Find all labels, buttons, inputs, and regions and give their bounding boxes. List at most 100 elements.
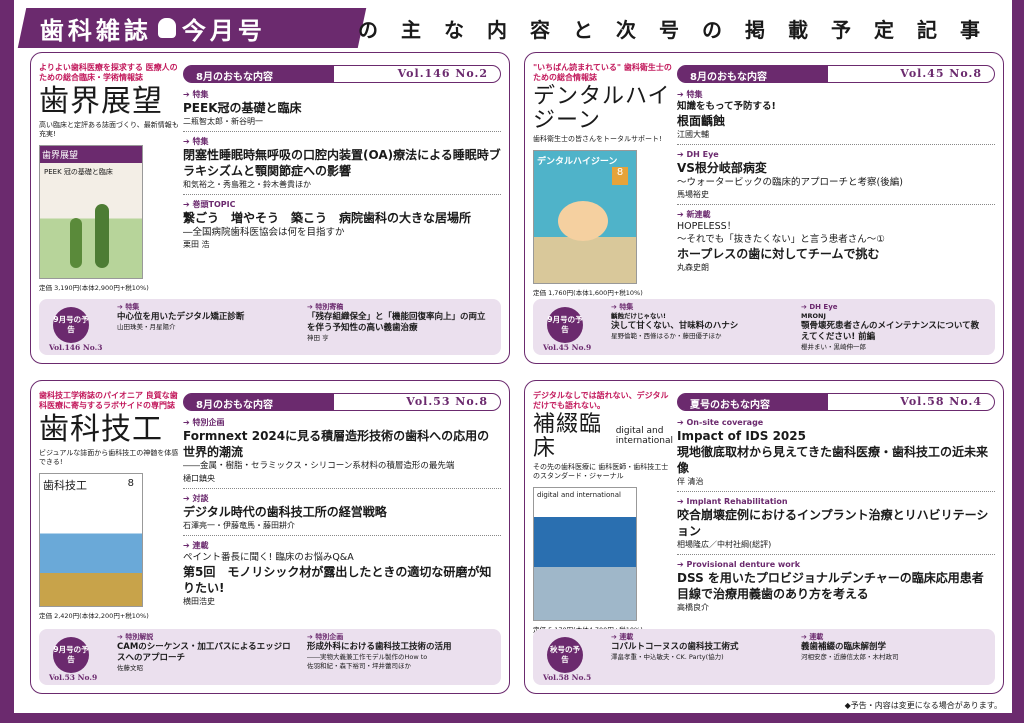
next-item-authors: 河相安彦・近藤信太郎・木村政司 xyxy=(801,653,899,661)
issue-number-badge: 8 xyxy=(612,167,628,185)
article-authors: 江國大輔 xyxy=(677,130,709,139)
article-title: Impact of IDS 2025 xyxy=(677,429,806,443)
next-issue-volume: Vol.146 No.3 xyxy=(49,343,103,352)
magazine-cover: 歯科技工 8 xyxy=(39,473,143,607)
next-issue-box: 秋号の予告 Vol.58 No.5 連載 コバルトコーヌスの歯科技工術式 澤畠孝… xyxy=(533,629,995,685)
magazine-price: 定価 1,760円(本体1,600円+税10%) xyxy=(533,289,643,297)
article-category: 連載 xyxy=(183,540,501,551)
article-title: PEEK冠の基礎と臨床 xyxy=(183,101,302,115)
article-subtitle: 知識をもって予防する! xyxy=(677,101,776,112)
next-item-authors: 櫻井まい・黒崎伸一郎 xyxy=(801,343,866,351)
article-subtitle: ペイント番長に聞く! 臨床のお悩みQ&A xyxy=(183,552,354,563)
magazine-cover: デンタルハイジーン 8 xyxy=(533,150,637,284)
next-item-authors: 佐藤文昭 xyxy=(117,664,143,672)
article-authors: 高橋良介 xyxy=(677,603,709,612)
next-issue-box: 9月号の予告 Vol.53 No.9 特別解説 CAMのシーケンス・加工パスによ… xyxy=(39,629,501,685)
next-item-category: 特別企画 xyxy=(307,633,487,642)
magazine-tagline: 歯科技工学術誌のパイオニア 良質な歯科医療に寄与するラボサイドの専門誌 xyxy=(39,391,178,410)
article-authors: 栗田 浩 xyxy=(183,240,210,249)
magazine-subtitle: 歯科衛生士の皆さんをトータルサポート! xyxy=(533,135,662,143)
next-issue-item: 特別企画 形成外科における歯科技工技術の活用 ――実物大義兼工作モデル製作のHo… xyxy=(307,633,487,671)
article-category: DH Eye xyxy=(677,149,995,160)
article-title: 根面齲蝕 xyxy=(677,114,726,128)
next-item-title: 顎骨壊死患者さんのメインテナンスについて教えてください! 前編 xyxy=(801,321,980,342)
article-title: 咬合崩壊症例におけるインプラント治療とリハビリテーション xyxy=(677,508,989,538)
article-authors: 丸森史朗 xyxy=(677,263,709,272)
next-issue-badge: 9月号の予告 xyxy=(547,307,583,343)
month-bar: 8月のおもな内容 Vol.53 No.8 xyxy=(183,393,501,411)
article-category: 特別企画 xyxy=(183,417,501,428)
article-title: 繋ごう 増やそう 築こう 病院歯科の大きな居場所 xyxy=(183,211,472,225)
next-item-title: CAMのシーケンス・加工パスによるエッジロスへのアプローチ xyxy=(117,642,291,663)
month-label: 8月のおもな内容 xyxy=(184,394,334,411)
article-item: DH Eye VS根分岐部病変 ～ウォータービックの臨床的アプローチと考察(後編… xyxy=(677,149,995,205)
magazine-price: 定価 2,420円(本体2,200円+税10%) xyxy=(39,612,149,620)
article-item: Implant Rehabilitation 咬合崩壊症例におけるインプラント治… xyxy=(677,496,995,555)
article-authors: 和気裕之・秀島雅之・鈴木善貴ほか xyxy=(183,180,311,189)
article-item: 特集 PEEK冠の基礎と臨床 二瓶智太郎・新谷明一 xyxy=(183,89,501,132)
article-title: 第5回 モノリシック材が露出したときの適切な研磨が知りたい! xyxy=(183,565,492,595)
next-item-category: DH Eye xyxy=(801,303,981,312)
next-item-title: 中心位を用いたデジタル矯正診断 xyxy=(117,312,245,322)
article-subtitle: ――金属・樹脂・セラミックス・シリコーン系材料の積層造形の最先端 xyxy=(183,461,455,471)
next-issue-item: 連載 コバルトコーヌスの歯科技工術式 澤畠孝重・中込敏夫・CK. Party(協… xyxy=(611,633,791,662)
next-issue-item: 特別解説 CAMのシーケンス・加工パスによるエッジロスへのアプローチ 佐藤文昭 xyxy=(117,633,297,673)
article-category: Provisional denture work xyxy=(677,559,995,570)
magazine-title-en: digital and international xyxy=(615,426,673,446)
volume-number: Vol.58 No.4 xyxy=(900,395,982,408)
magazine-subtitle: その先の歯科医療に 歯科医師・歯科技工士のスタンダード・ジャーナル xyxy=(533,463,669,480)
panel-dental-hygiene: "いちばん読まれている" 歯科衛生士のための総合情報誌 デンタルハイジーン 歯科… xyxy=(524,52,1004,364)
next-item-category: 連載 xyxy=(611,633,791,642)
magazine-subtitle: 高い臨床と定評ある誌面づくり、最新情報も充実! xyxy=(39,121,179,138)
next-issue-box: 9月号の予告 Vol.45 No.9 特集 齲蝕だけじゃない! 決して甘くない、… xyxy=(533,299,995,355)
header-logo: 歯科雑誌 今月号 xyxy=(17,8,367,48)
article-category: On-site coverage xyxy=(677,417,995,428)
next-item-title: 決して甘くない、甘味料のハナシ xyxy=(611,321,739,331)
next-issue-volume: Vol.45 No.9 xyxy=(543,343,592,352)
next-issue-item: DH Eye MRONJ 顎骨壊死患者さんのメインテナンスについて教えてください… xyxy=(801,303,981,352)
magazine-subtitle: ビジュアルな誌面から歯科技工の神髄を体感できる! xyxy=(39,449,179,466)
next-issue-item: 特集 中心位を用いたデジタル矯正診断 山田珠美・月星陽介 xyxy=(117,303,297,332)
header: 歯科雑誌 今月号 の主な内容と次号の掲載予定記事 xyxy=(0,0,1024,50)
tooth-icon xyxy=(158,18,176,38)
magazine-tagline: "いちばん読まれている" 歯科衛生士のための総合情報誌 xyxy=(533,63,672,82)
article-item: 連載 ペイント番長に聞く! 臨床のお悩みQ&A 第5回 モノリシック材が露出した… xyxy=(183,540,501,611)
logo-text-2: 今月号 xyxy=(182,16,266,45)
magazine-title-row: 補綴臨床 digital and international xyxy=(533,411,673,461)
article-subtitle: ～それでも「抜きたくない」と言う患者さん～① xyxy=(677,234,885,245)
next-item-category: 特集 xyxy=(611,303,791,312)
magazine-tagline: よりよい歯科医療を探求する 医療人のための総合臨床・学術情報誌 xyxy=(39,63,178,82)
next-item-authors: 山田珠美・月星陽介 xyxy=(117,323,176,331)
article-category: 特集 xyxy=(183,89,501,100)
magazine-cover: digital and international xyxy=(533,487,637,621)
next-item-title: 形成外科における歯科技工技術の活用 xyxy=(307,642,452,652)
volume-number: Vol.45 No.8 xyxy=(900,67,982,80)
article-category: 特集 xyxy=(677,89,995,100)
logo-text-1: 歯科雑誌 xyxy=(40,16,152,45)
article-subtitle: HOPELESS！ xyxy=(677,221,737,232)
article-category: 巻頭TOPIC xyxy=(183,199,501,210)
month-bar: 8月のおもな内容 Vol.45 No.8 xyxy=(677,65,995,83)
magazine-info: よりよい歯科医療を探求する 医療人のための総合臨床・学術情報誌 歯界展望 高い臨… xyxy=(39,63,179,292)
article-title: VS根分岐部病変 xyxy=(677,161,767,175)
next-item-authors: 神田 亨 xyxy=(307,334,329,342)
next-issue-badge: 9月号の予告 xyxy=(53,637,89,673)
article-title: デジタル時代の歯科技工所の経営戦略 xyxy=(183,505,387,519)
magazine-cover: 歯界展望 PEEK 冠の基礎と臨床 xyxy=(39,145,143,279)
diver-illustration xyxy=(558,201,608,241)
article-title: ホープレスの歯に対してチームで挑む xyxy=(677,247,880,261)
magazine-info: 歯科技工学術誌のパイオニア 良質な歯科医療に寄与するラボサイドの専門誌 歯科技工… xyxy=(39,391,179,620)
next-item-subtitle: MRONJ xyxy=(801,312,826,320)
next-item-title: コバルトコーヌスの歯科技工術式 xyxy=(611,642,739,652)
article-item: 特別企画 Formnext 2024に見る積層造形技術の歯科への応用の世界的潮流… xyxy=(183,417,501,489)
month-bar: 夏号のおもな内容 Vol.58 No.4 xyxy=(677,393,995,411)
article-authors: 伴 清治 xyxy=(677,477,704,486)
next-issue-item: 連載 義歯補綴の臨床解剖学 河相安彦・近藤信太郎・木村政司 xyxy=(801,633,981,662)
article-category: 特集 xyxy=(183,136,501,147)
volume-number: Vol.146 No.2 xyxy=(397,67,488,80)
next-issue-volume: Vol.53 No.9 xyxy=(49,673,98,682)
article-category: 新連載 xyxy=(677,209,995,220)
next-item-title: 義歯補綴の臨床解剖学 xyxy=(801,642,887,652)
footnote: ◆予告・内容は変更になる場合があります。 xyxy=(844,701,1002,710)
article-authors: 二瓶智太郎・新谷明一 xyxy=(183,117,263,126)
